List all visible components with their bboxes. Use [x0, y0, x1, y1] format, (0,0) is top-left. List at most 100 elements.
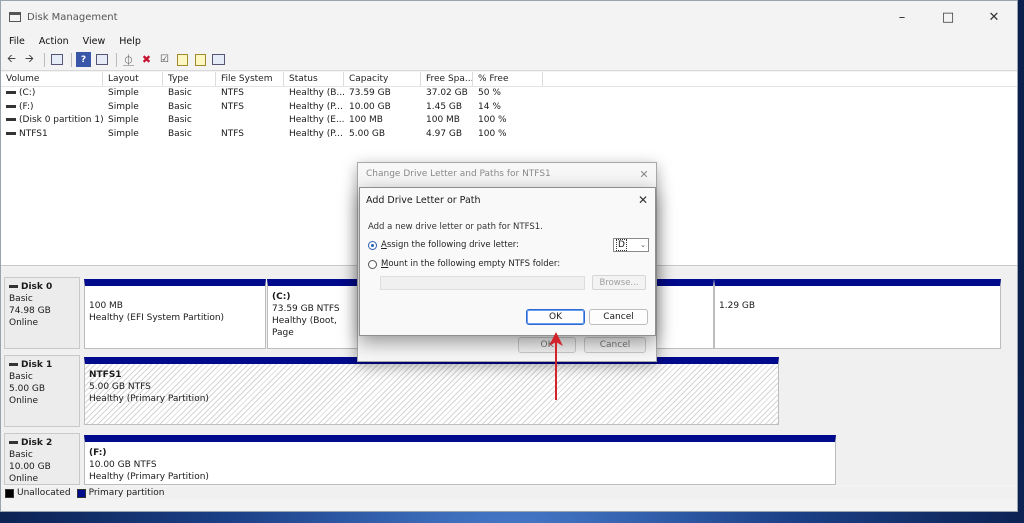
column-header[interactable]: Free Spa...: [421, 72, 473, 86]
volume-icon: [6, 104, 16, 108]
volume-cell: 1.45 GB: [421, 101, 473, 115]
toolbar-separator: [44, 52, 45, 67]
disk-type: Basic: [9, 372, 33, 382]
volume-cell: Simple: [103, 128, 163, 142]
close-icon[interactable]: ✕: [631, 193, 655, 207]
disk-size: 5.00 GB: [9, 384, 46, 394]
annotation-arrow-icon: [549, 332, 563, 400]
volume-cell: 14 %: [473, 101, 543, 115]
column-header[interactable]: Capacity: [344, 72, 421, 86]
forward-arrow-icon[interactable]: 🡪: [22, 52, 37, 67]
help-icon[interactable]: ?: [76, 52, 91, 67]
volume-row[interactable]: (Disk 0 partition 1) Simple Basic Healthy (…: [1, 114, 1017, 128]
menu-help[interactable]: Help: [115, 36, 145, 47]
close-icon[interactable]: ✕: [632, 168, 656, 181]
legend: Unallocated Primary partition: [1, 487, 1017, 499]
partition-c-continued[interactable]: [656, 279, 714, 349]
partition-size: 10.00 GB NTFS: [89, 460, 157, 470]
browse-button[interactable]: Browse...: [592, 275, 646, 290]
check-icon[interactable]: ☑: [157, 52, 172, 67]
cell-text: Simple: [108, 101, 139, 112]
mount-folder-radio[interactable]: [368, 259, 377, 269]
cancel-button[interactable]: Cancel: [589, 309, 648, 325]
disk-state: Online: [9, 396, 39, 406]
volume-cell: Basic: [163, 101, 216, 115]
disk-label[interactable]: Disk 2 Basic 10.00 GB Online: [4, 433, 80, 485]
partition-f[interactable]: (F:) 10.00 GB NTFS Healthy (Primary Part…: [84, 435, 836, 485]
cell-text: (Disk 0 partition 1): [19, 115, 103, 125]
menu-file[interactable]: File: [5, 36, 29, 47]
column-header[interactable]: File System: [216, 72, 284, 86]
folder-path-input[interactable]: [380, 276, 585, 290]
volume-row[interactable]: (C:) Simple Basic NTFS Healthy (B... 73.59 GB…: [1, 87, 1017, 101]
close-button[interactable]: ✕: [971, 1, 1017, 33]
column-header[interactable]: Status: [284, 72, 344, 86]
back-arrow-icon[interactable]: 🡨: [4, 52, 19, 67]
volume-cell: Simple: [103, 114, 163, 128]
assign-letter-radio[interactable]: [368, 240, 377, 250]
volume-list-header: Volume Layout Type File System Status Ca…: [1, 72, 1017, 87]
menu-view[interactable]: View: [79, 36, 110, 47]
partition-ntfs1[interactable]: NTFS1 5.00 GB NTFS Healthy (Primary Part…: [84, 357, 779, 425]
properties-icon[interactable]: [94, 52, 109, 67]
cell-text: 100 %: [478, 115, 507, 125]
new-doc-icon[interactable]: [175, 52, 190, 67]
volume-cell: NTFS: [216, 101, 284, 115]
minimize-button[interactable]: –: [879, 1, 925, 33]
connect-icon[interactable]: ⏂: [121, 52, 136, 67]
volume-cell: NTFS: [216, 87, 284, 101]
disk-type: Basic: [9, 294, 33, 304]
dialog-title-bar: Add Drive Letter or Path ✕: [360, 188, 655, 212]
disk-label[interactable]: Disk 1 Basic 5.00 GB Online: [4, 355, 80, 427]
dialog-title-bar: Change Drive Letter and Paths for NTFS1 …: [358, 163, 656, 185]
assign-letter-option[interactable]: Assign the following drive letter:: [368, 240, 519, 250]
cell-text: Simple: [108, 88, 139, 98]
volume-cell: 100 MB: [421, 114, 473, 128]
dialog-instruction: Add a new drive letter or path for NTFS1…: [368, 222, 543, 232]
legend-swatch-primary: [76, 488, 86, 498]
volume-icon: [6, 131, 16, 135]
ok-button[interactable]: OK: [526, 309, 585, 325]
console-tree-icon[interactable]: [49, 52, 64, 67]
maximize-button[interactable]: □: [925, 1, 971, 33]
partition-efi[interactable]: 100 MB Healthy (EFI System Partition): [84, 279, 266, 349]
drive-letter-select[interactable]: D ⌄: [613, 238, 649, 252]
volume-row[interactable]: (F:) Simple Basic NTFS Healthy (P... 10.00 GB…: [1, 101, 1017, 115]
partition-status: Healthy (EFI System Partition): [89, 313, 225, 323]
back-ok-button[interactable]: OK: [518, 337, 576, 353]
disk-label[interactable]: Disk 0 Basic 74.98 GB Online: [4, 277, 80, 349]
cell-text: Healthy (E...: [289, 115, 344, 125]
disk-name: Disk 2: [21, 438, 53, 448]
column-header[interactable]: Layout: [103, 72, 163, 86]
cell-text: Healthy (P...: [289, 128, 343, 139]
volume-icon: [6, 118, 16, 121]
partition-size: 5.00 GB NTFS: [89, 382, 151, 392]
partition-unallocated[interactable]: 1.29 GB: [714, 279, 1001, 349]
cell-text: 37.02 GB: [426, 88, 468, 98]
menu-action[interactable]: Action: [35, 36, 73, 47]
volume-cell: 4.97 GB: [421, 128, 473, 142]
partition-c[interactable]: (C:) 73.59 GB NTFS Healthy (Boot, Page: [267, 279, 363, 349]
import-doc-icon[interactable]: [193, 52, 208, 67]
column-header[interactable]: % Free: [473, 72, 543, 86]
column-header[interactable]: Volume: [1, 72, 103, 86]
disk-type: Basic: [9, 450, 33, 460]
cell-text: 50 %: [478, 88, 501, 98]
view-icon[interactable]: [211, 52, 226, 67]
cell-text: NTFS1: [19, 128, 48, 139]
column-header[interactable]: Type: [163, 72, 216, 86]
drive-letter-value: D: [616, 239, 627, 251]
disk-icon: [9, 285, 18, 288]
cell-text: Basic: [168, 88, 192, 98]
delete-icon[interactable]: ✖: [139, 52, 154, 67]
volume-cell: [216, 114, 284, 128]
volume-cell-name: (Disk 0 partition 1): [1, 114, 103, 128]
volume-cell: Basic: [163, 114, 216, 128]
volume-row[interactable]: NTFS1 Simple Basic NTFS Healthy (P... 5.00 GB…: [1, 128, 1017, 142]
mount-folder-option[interactable]: Mount in the following empty NTFS folder…: [368, 259, 560, 269]
cell-text: 10.00 GB: [349, 101, 391, 112]
cell-text: 100 %: [478, 128, 507, 139]
partition-status: Healthy (Primary Partition): [89, 472, 209, 482]
back-cancel-button[interactable]: Cancel: [584, 337, 646, 353]
title-bar: Disk Management – □ ✕: [1, 1, 1017, 33]
